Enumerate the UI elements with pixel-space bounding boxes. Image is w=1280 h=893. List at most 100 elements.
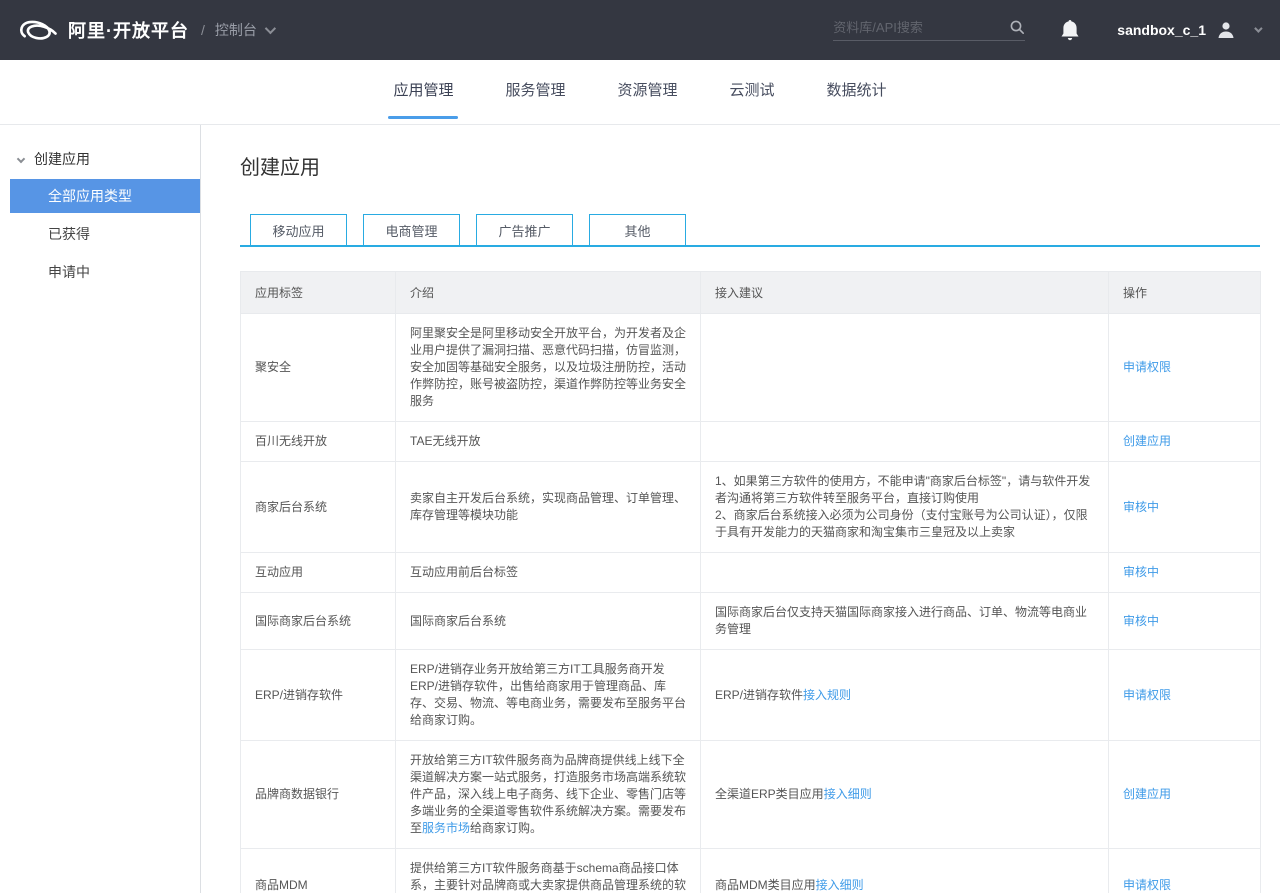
intro-cell: 开放给第三方IT软件服务商为品牌商提供线上线下全渠道解决方案一站式服务，打造服务… [396, 741, 701, 849]
text-segment: 互动应用前后台标签 [410, 565, 518, 579]
breadcrumb[interactable]: 控制台 [215, 20, 257, 40]
action-cell: 审核中 [1109, 593, 1261, 650]
column-header: 操作 [1109, 272, 1261, 314]
action-cell: 审核中 [1109, 553, 1261, 593]
action-link[interactable]: 审核中 [1123, 565, 1159, 579]
search-icon[interactable] [1009, 19, 1025, 35]
sidebar-item[interactable]: 申请中 [0, 255, 200, 289]
action-link[interactable]: 创建应用 [1123, 434, 1171, 448]
intro-cell: 提供给第三方IT软件服务商基于schema商品接口体系，主要针对品牌商或大卖家提… [396, 849, 701, 893]
table-row: 互动应用互动应用前后台标签 审核中 [241, 553, 1261, 593]
sidebar-group-create-app[interactable]: 创建应用 [0, 143, 200, 175]
text-segment: 全渠道ERP类目应用 [715, 787, 824, 801]
notification-bell-icon[interactable] [1059, 18, 1081, 42]
inline-link[interactable]: 接入细则 [824, 787, 872, 801]
advice-cell [701, 422, 1109, 462]
inline-link[interactable]: 接入细则 [816, 878, 864, 892]
app-table: 应用标签介绍接入建议操作 聚安全阿里聚安全是阿里移动安全开放平台，为开发者及企业… [240, 271, 1261, 893]
intro-cell: TAE无线开放 [396, 422, 701, 462]
text-segment: 阿里聚安全是阿里移动安全开放平台，为开发者及企业用户提供了漏洞扫描、恶意代码扫描… [410, 326, 686, 408]
intro-cell: 卖家自主开发后台系统，实现商品管理、订单管理、库存管理等模块功能 [396, 462, 701, 553]
inline-link[interactable]: 接入规则 [803, 688, 851, 702]
search-input[interactable] [833, 20, 1009, 35]
advice-cell: 全渠道ERP类目应用接入细则 [701, 741, 1109, 849]
category-tab[interactable]: 其他 [589, 214, 686, 245]
action-link[interactable]: 申请权限 [1123, 688, 1171, 702]
text-segment: ERP/进销存软件 [715, 688, 803, 702]
category-tabs: 移动应用电商管理广告推广其他 [240, 214, 1260, 247]
header-search[interactable] [833, 19, 1025, 41]
text-segment: 给商家订购。 [470, 821, 542, 835]
text-segment: 国际商家后台仅支持天猫国际商家接入进行商品、订单、物流等电商业务管理 [715, 605, 1087, 636]
username: sandbox_c_1 [1117, 22, 1206, 38]
nav-tab[interactable]: 应用管理 [391, 60, 455, 125]
sidebar-item[interactable]: 已获得 [0, 217, 200, 251]
text-segment: TAE无线开放 [410, 434, 480, 448]
text-segment: 商品MDM类目应用 [715, 878, 816, 892]
column-header: 接入建议 [701, 272, 1109, 314]
intro-cell: ERP/进销存业务开放给第三方IT工具服务商开发ERP/进销存软件，出售给商家用… [396, 650, 701, 741]
app-label-cell: 聚安全 [241, 314, 396, 422]
action-cell: 创建应用 [1109, 741, 1261, 849]
sidebar-group-label: 创建应用 [34, 149, 90, 169]
text-segment: 国际商家后台系统 [410, 614, 506, 628]
advice-cell: ERP/进销存软件接入规则 [701, 650, 1109, 741]
text-segment: 提供给第三方IT软件服务商基于schema商品接口体系，主要针对品牌商或大卖家提… [410, 861, 686, 893]
app-label-cell: 百川无线开放 [241, 422, 396, 462]
app-label-cell: 商品MDM [241, 849, 396, 893]
user-avatar-icon [1216, 20, 1236, 40]
advice-cell [701, 553, 1109, 593]
action-link[interactable]: 申请权限 [1123, 878, 1171, 892]
sidebar: 创建应用 全部应用类型已获得申请中 [0, 125, 201, 893]
page-title: 创建应用 [240, 151, 1261, 180]
category-tab[interactable]: 移动应用 [250, 214, 347, 245]
action-link[interactable]: 创建应用 [1123, 787, 1171, 801]
nav-tabs: 应用管理服务管理资源管理云测试数据统计 [0, 60, 1280, 125]
table-row: 商品MDM 提供给第三方IT软件服务商基于schema商品接口体系，主要针对品牌商… [241, 849, 1261, 893]
action-link[interactable]: 审核中 [1123, 500, 1159, 514]
nav-tab[interactable]: 数据统计 [825, 60, 889, 125]
column-header: 介绍 [396, 272, 701, 314]
text-segment: ERP/进销存业务开放给第三方IT工具服务商开发ERP/进销存软件，出售给商家用… [410, 662, 686, 727]
table-header-row: 应用标签介绍接入建议操作 [241, 272, 1261, 314]
app-label-cell: 商家后台系统 [241, 462, 396, 553]
table-row: 商家后台系统卖家自主开发后台系统，实现商品管理、订单管理、库存管理等模块功能 1、… [241, 462, 1261, 553]
action-cell: 审核中 [1109, 462, 1261, 553]
table-row: ERP/进销存软件 ERP/进销存业务开放给第三方IT工具服务商开发ERP/进销存… [241, 650, 1261, 741]
advice-cell [701, 314, 1109, 422]
top-header: 阿里·开放平台 / 控制台 sandbox_c_1 [0, 0, 1280, 60]
action-cell: 申请权限 [1109, 314, 1261, 422]
nav-tab[interactable]: 云测试 [728, 60, 777, 125]
advice-cell: 商品MDM类目应用接入细则 [701, 849, 1109, 893]
advice-cell: 国际商家后台仅支持天猫国际商家接入进行商品、订单、物流等电商业务管理 [701, 593, 1109, 650]
alibaba-logo-icon [14, 15, 60, 45]
sidebar-item[interactable]: 全部应用类型 [10, 179, 200, 213]
advice-cell: 1、如果第三方软件的使用方，不能申请"商家后台标签"，请与软件开发者沟通将第三方… [701, 462, 1109, 553]
chevron-down-icon [17, 155, 25, 163]
text-segment: 1、如果第三方软件的使用方，不能申请"商家后台标签"，请与软件开发者沟通将第三方… [715, 474, 1090, 539]
sidebar-items: 全部应用类型已获得申请中 [0, 179, 200, 289]
category-tab[interactable]: 广告推广 [476, 214, 573, 245]
table-row: 聚安全阿里聚安全是阿里移动安全开放平台，为开发者及企业用户提供了漏洞扫描、恶意代… [241, 314, 1261, 422]
action-cell: 申请权限 [1109, 650, 1261, 741]
intro-cell: 阿里聚安全是阿里移动安全开放平台，为开发者及企业用户提供了漏洞扫描、恶意代码扫描… [396, 314, 701, 422]
nav-tab[interactable]: 资源管理 [615, 60, 679, 125]
table-row: 百川无线开放 TAE无线开放 创建应用 [241, 422, 1261, 462]
nav-tab[interactable]: 服务管理 [503, 60, 567, 125]
brand[interactable]: 阿里·开放平台 / 控制台 [14, 15, 273, 45]
intro-cell: 国际商家后台系统 [396, 593, 701, 650]
app-label-cell: 国际商家后台系统 [241, 593, 396, 650]
table-row: 国际商家后台系统国际商家后台系统 国际商家后台仅支持天猫国际商家接入进行商品、订单… [241, 593, 1261, 650]
category-tab[interactable]: 电商管理 [363, 214, 460, 245]
action-cell: 创建应用 [1109, 422, 1261, 462]
text-segment: 卖家自主开发后台系统，实现商品管理、订单管理、库存管理等模块功能 [410, 491, 686, 522]
user-menu[interactable]: sandbox_c_1 [1117, 20, 1260, 40]
chevron-down-icon [265, 23, 276, 34]
app-label-cell: 互动应用 [241, 553, 396, 593]
action-link[interactable]: 审核中 [1123, 614, 1159, 628]
action-link[interactable]: 申请权限 [1123, 360, 1171, 374]
table-row: 品牌商数据银行开放给第三方IT软件服务商为品牌商提供线上线下全渠道解决方案一站式… [241, 741, 1261, 849]
main-content: 创建应用 移动应用电商管理广告推广其他 应用标签介绍接入建议操作 聚安全阿里聚安… [201, 125, 1280, 893]
table-body: 聚安全阿里聚安全是阿里移动安全开放平台，为开发者及企业用户提供了漏洞扫描、恶意代… [241, 314, 1261, 893]
inline-link[interactable]: 服务市场 [422, 821, 470, 835]
